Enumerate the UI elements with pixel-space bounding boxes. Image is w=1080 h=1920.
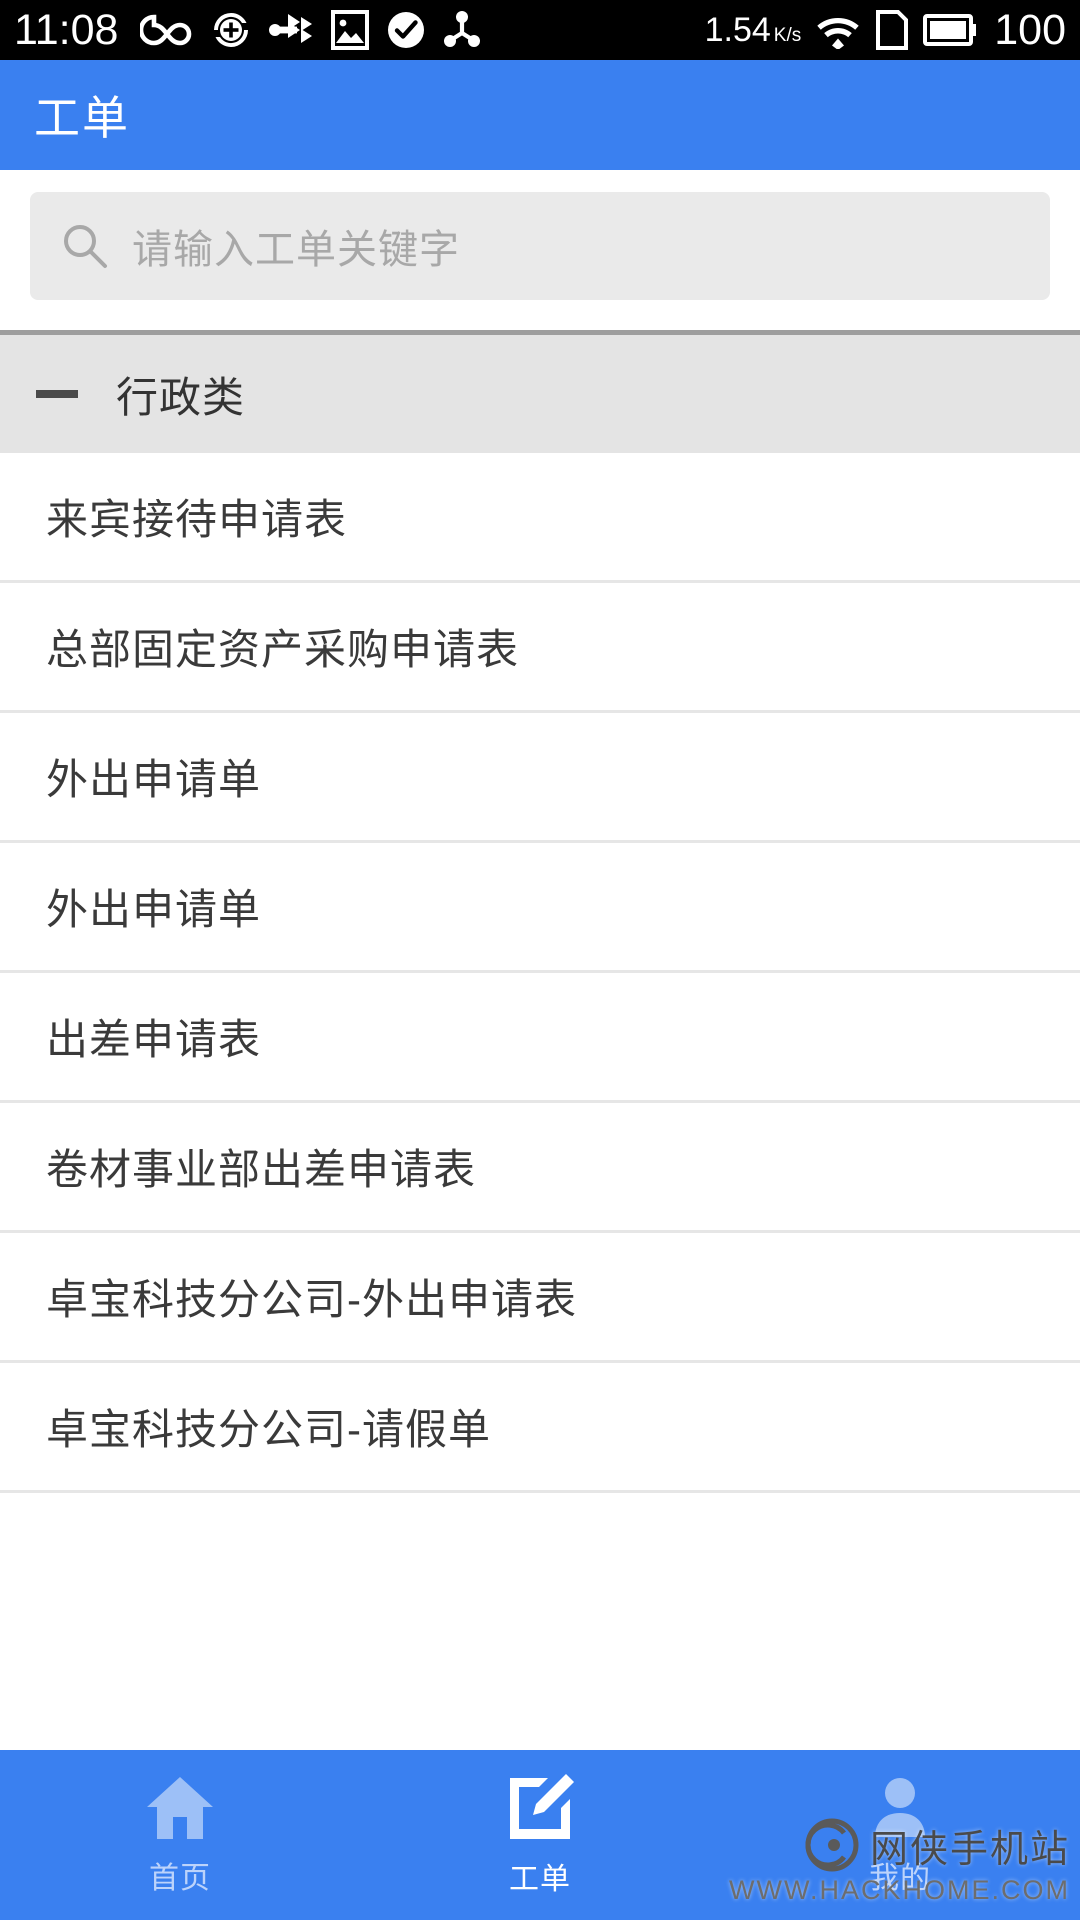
- network-speed-readout: 1.54 K/s: [705, 13, 802, 47]
- search-input[interactable]: 请输入工单关键字: [30, 192, 1050, 300]
- status-bar-system-icons: 1.54 K/s 100: [705, 5, 1066, 54]
- list-item[interactable]: 外出申请单: [0, 713, 1080, 843]
- nav-tab-workorder[interactable]: 工单: [360, 1750, 720, 1920]
- battery-icon: [923, 14, 977, 46]
- status-bar: 11:08 1.54 K/s 100: [0, 0, 1080, 60]
- bottom-nav-notch: [360, 1734, 720, 1750]
- nav-tab-mine[interactable]: 我的: [720, 1750, 1080, 1920]
- app-screen: 11:08 1.54 K/s 100 工单 请输入工单关键字 行政类 来宾接待申…: [0, 0, 1080, 1920]
- app-header-bar: 工单: [0, 60, 1080, 170]
- edit-document-icon: [510, 1774, 574, 1839]
- nav-tab-workorder-label: 工单: [509, 1863, 571, 1896]
- list-item-label: 出差申请表: [46, 1016, 262, 1063]
- list-item-label: 卓宝科技分公司-外出申请表: [46, 1276, 577, 1323]
- network-speed-value: 1.54: [704, 11, 771, 49]
- list-item-label: 外出申请单: [46, 756, 262, 803]
- check-circle-icon: [388, 12, 425, 48]
- list-item-label: 来宾接待申请表: [46, 496, 348, 543]
- list-item[interactable]: 出差申请表: [0, 973, 1080, 1103]
- nav-tab-home[interactable]: 首页: [0, 1750, 360, 1920]
- battery-percentage: 100: [994, 5, 1066, 54]
- status-bar-clock: 11:08: [14, 5, 119, 54]
- image-icon: [331, 10, 370, 50]
- network-speed-unit: K/s: [773, 25, 802, 46]
- wifi-download-icon: [817, 18, 859, 49]
- infinity-icon: [140, 14, 192, 46]
- work-order-list: 来宾接待申请表 总部固定资产采购申请表 外出申请单 外出申请单 出差申请表 卷材…: [0, 453, 1080, 1493]
- nav-tab-mine-label: 我的: [869, 1862, 931, 1895]
- list-item-label: 卓宝科技分公司-请假单: [46, 1406, 491, 1453]
- search-placeholder-text: 请输入工单关键字: [132, 228, 460, 272]
- share-nodes-icon: [444, 11, 481, 47]
- usb-transfer-icon: [269, 14, 313, 43]
- search-section: 请输入工单关键字: [0, 170, 1080, 330]
- search-icon: [64, 225, 107, 268]
- list-item-label: 卷材事业部出差申请表: [46, 1146, 477, 1193]
- sim-card-icon: [876, 10, 909, 50]
- list-item-label: 总部固定资产采购申请表: [46, 626, 520, 673]
- nav-tab-home-label: 首页: [149, 1862, 211, 1895]
- home-icon: [147, 1777, 213, 1839]
- list-item[interactable]: 卓宝科技分公司-请假单: [0, 1363, 1080, 1493]
- list-item-label: 外出申请单: [46, 886, 262, 933]
- status-bar-notification-icons: [140, 10, 481, 50]
- list-item[interactable]: 卷材事业部出差申请表: [0, 1103, 1080, 1233]
- list-item[interactable]: 卓宝科技分公司-外出申请表: [0, 1233, 1080, 1363]
- list-item[interactable]: 总部固定资产采购申请表: [0, 583, 1080, 713]
- sync-add-icon: [214, 12, 249, 48]
- bottom-navigation-bar: 首页 工单 我的: [0, 1750, 1080, 1920]
- list-item[interactable]: 外出申请单: [0, 843, 1080, 973]
- user-icon: [875, 1778, 925, 1837]
- minus-icon[interactable]: [36, 390, 78, 398]
- page-title: 工单: [34, 92, 130, 144]
- category-header-row[interactable]: 行政类: [0, 335, 1080, 453]
- list-item[interactable]: 来宾接待申请表: [0, 453, 1080, 583]
- category-label: 行政类: [116, 373, 246, 421]
